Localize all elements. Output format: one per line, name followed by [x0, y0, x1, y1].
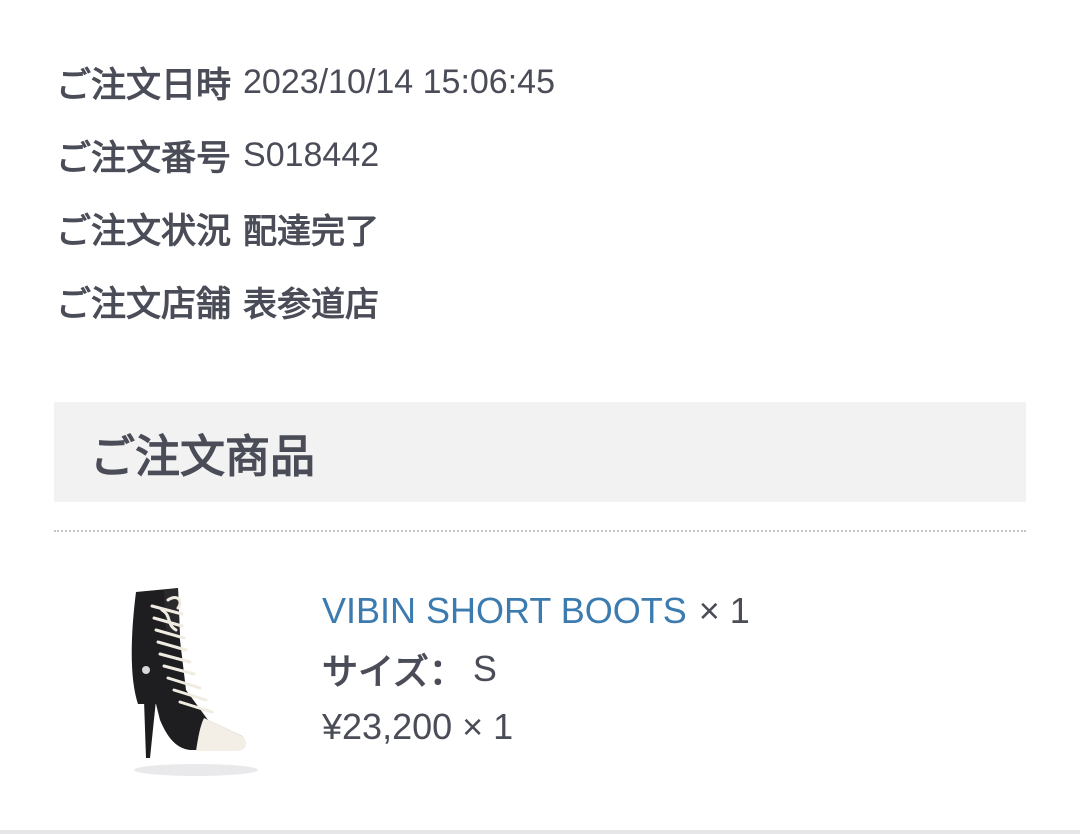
product-name-quantity: × 1 [698, 590, 750, 631]
order-date-row: ご注文日時 2023/10/14 15:06:45 [56, 46, 555, 119]
order-date-value: 2023/10/14 15:06:45 [243, 63, 555, 101]
product-price-line: ¥23,200 × 1 [322, 698, 750, 756]
ordered-products-title: ご注文商品 [90, 429, 316, 483]
order-number-row: ご注文番号 S018442 [56, 119, 555, 192]
product-size-value: S [472, 648, 497, 689]
order-date-label: ご注文日時 [56, 66, 232, 106]
product-name-link[interactable]: VIBIN SHORT BOOTS [322, 590, 687, 632]
order-store-row: ご注文店舗 表参道店 [56, 265, 555, 338]
order-store-label: ご注文店舗 [56, 285, 232, 325]
order-info: ご注文日時 2023/10/14 15:06:45 ご注文番号 S018442 … [56, 46, 555, 338]
dotted-divider [54, 530, 1026, 532]
product-size-label: サイズ： [322, 652, 465, 693]
product-item: VIBIN SHORT BOOTS × 1 サイズ： S ¥23,200 × 1 [54, 560, 1026, 800]
bottom-divider [0, 830, 1080, 834]
product-price: ¥23,200 × 1 [322, 706, 514, 747]
order-number-value: S018442 [243, 136, 380, 174]
product-size-line: サイズ： S [322, 640, 750, 698]
order-status-row: ご注文状況 配達完了 [56, 192, 555, 265]
product-name-line: VIBIN SHORT BOOTS × 1 [322, 582, 750, 640]
order-status-label: ご注文状況 [56, 212, 232, 252]
product-details: VIBIN SHORT BOOTS × 1 サイズ： S ¥23,200 × 1 [322, 582, 750, 756]
boot-product-image[interactable] [116, 580, 266, 780]
ordered-products-header: ご注文商品 [54, 402, 1026, 502]
order-number-label: ご注文番号 [56, 139, 232, 179]
order-store-value: 表参道店 [243, 285, 380, 325]
order-status-value: 配達完了 [243, 212, 380, 252]
